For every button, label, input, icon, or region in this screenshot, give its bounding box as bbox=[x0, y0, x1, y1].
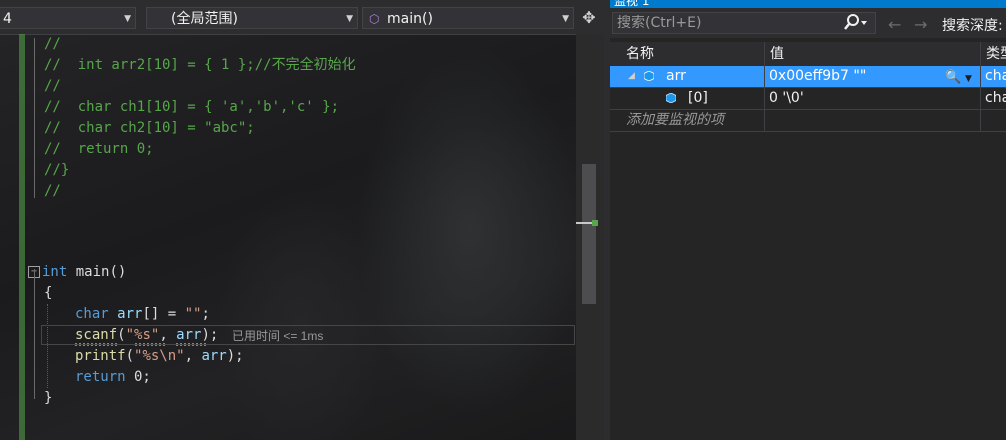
chevron-down-icon[interactable]: ▼ bbox=[965, 69, 972, 87]
code-token: ; bbox=[201, 306, 210, 322]
variable-icon bbox=[644, 71, 654, 81]
code-line: return 0; bbox=[75, 367, 151, 388]
column-header-type[interactable]: 类型 bbox=[981, 42, 1006, 66]
collapse-triangle-icon[interactable]: ◢ bbox=[628, 66, 635, 87]
region-guide bbox=[34, 269, 35, 399]
chevron-down-icon: ▼ bbox=[346, 14, 353, 24]
function-name: printf bbox=[75, 348, 126, 364]
search-placeholder: 搜索(Ctrl+E) bbox=[617, 15, 702, 31]
add-watch-placeholder[interactable]: 添加要监视的项 bbox=[610, 110, 765, 131]
member-combo[interactable]: ⬡ main() ▼ bbox=[362, 7, 574, 29]
code-area[interactable]: // // int arr2[10] = { 1 };//不完全初始化 // /… bbox=[0, 34, 570, 440]
keyword: return bbox=[75, 369, 126, 385]
watch-value-cell bbox=[765, 110, 981, 131]
string-literal: "%s\n" bbox=[134, 348, 185, 364]
keyword: int bbox=[42, 264, 68, 280]
code-line: // bbox=[44, 78, 61, 94]
column-header-value[interactable]: 值 bbox=[765, 42, 981, 66]
code-line: int main() bbox=[42, 262, 126, 283]
vertical-scrollbar[interactable] bbox=[576, 34, 604, 440]
watch-row[interactable]: [0] 0 '\0' char bbox=[610, 88, 1006, 110]
add-watch-row[interactable]: 添加要监视的项 bbox=[610, 110, 1006, 132]
watch-header: 名称 值 类型 bbox=[610, 42, 1006, 67]
search-input[interactable]: 搜索(Ctrl+E) bbox=[612, 12, 876, 34]
identifier: arr bbox=[117, 306, 143, 322]
code-line: // return 0; bbox=[44, 141, 154, 157]
watch-title-bar: 监视 1 bbox=[610, 0, 1006, 8]
chevron-down-icon: ▼ bbox=[562, 14, 569, 24]
search-button[interactable] bbox=[842, 13, 868, 33]
watch-name-cell: [0] bbox=[610, 88, 765, 109]
magnifier-icon[interactable]: 🔍 bbox=[945, 67, 961, 87]
main-signature: main() bbox=[67, 264, 127, 280]
search-icon bbox=[844, 14, 867, 30]
watch-value-cell[interactable]: 0x00eff9b7 "" 🔍 ▼ bbox=[765, 66, 981, 87]
keyword: char bbox=[75, 306, 109, 322]
identifier: arr bbox=[201, 348, 227, 364]
navigation-bar: 4 ▼ (全局范围) ▼ ⬡ main() ▼ ✥ bbox=[0, 0, 604, 35]
code-token: ); bbox=[226, 348, 244, 364]
search-depth-label: 搜索深度: bbox=[942, 18, 1003, 34]
indent-guide bbox=[47, 304, 48, 388]
column-header-name[interactable]: 名称 bbox=[610, 42, 765, 66]
project-combo-label: 4 bbox=[3, 11, 12, 27]
code-line: // bbox=[44, 36, 61, 52]
split-window-icon[interactable]: ✥ bbox=[578, 7, 600, 29]
watch-title: 监视 1 bbox=[614, 0, 650, 8]
watch-type-cell bbox=[981, 110, 1006, 131]
watch-type-cell: char bbox=[985, 90, 1006, 106]
watch-name: [0] bbox=[688, 90, 708, 106]
back-arrow-icon[interactable]: ← bbox=[888, 15, 901, 34]
code-line: //} bbox=[44, 162, 70, 178]
watch-type-cell: char bbox=[985, 68, 1006, 84]
scrollbar-thumb[interactable] bbox=[582, 164, 596, 304]
code-line: // char ch2[10] = "abc"; bbox=[44, 120, 255, 136]
code-line: { bbox=[44, 285, 53, 301]
watch-name-cell: ◢ arr bbox=[610, 66, 765, 87]
chevron-down-icon: ▼ bbox=[124, 14, 131, 24]
cube-icon: ⬡ bbox=[369, 12, 380, 26]
project-combo[interactable]: 4 ▼ bbox=[0, 7, 136, 29]
region-guide bbox=[34, 38, 35, 198]
code-line: printf("%s\n", arr); bbox=[75, 346, 244, 367]
code-token: , bbox=[184, 348, 202, 364]
code-editor-pane[interactable]: 4 ▼ (全局范围) ▼ ⬡ main() ▼ ✥ // // int arr2… bbox=[0, 0, 604, 440]
member-combo-label: main() bbox=[387, 11, 433, 27]
watch-row[interactable]: ◢ arr 0x00eff9b7 "" 🔍 ▼ char bbox=[610, 66, 1006, 88]
change-marker bbox=[592, 220, 598, 226]
scope-combo-label: (全局范围) bbox=[171, 11, 238, 27]
code-line: // bbox=[44, 183, 61, 199]
forward-arrow-icon[interactable]: → bbox=[914, 15, 927, 34]
watch-name: arr bbox=[666, 68, 686, 84]
variable-icon bbox=[666, 93, 676, 103]
code-token: 0; bbox=[125, 369, 151, 385]
code-line: } bbox=[44, 390, 53, 406]
code-line: char arr[] = ""; bbox=[75, 304, 210, 325]
watch-value-cell[interactable]: 0 '\0' bbox=[765, 88, 981, 109]
code-line: // int arr2[10] = { 1 };//不完全初始化 bbox=[44, 57, 356, 73]
string-literal: "" bbox=[184, 306, 202, 322]
watch-search-bar: 搜索(Ctrl+E) ← → 搜索深度: bbox=[610, 8, 1006, 38]
watch-window: 监视 1 搜索(Ctrl+E) ← → 搜索深度: 名称 值 类型 ◢ arr … bbox=[610, 0, 1006, 440]
watch-value: 0x00eff9b7 "" bbox=[769, 68, 867, 84]
code-token: [] = bbox=[142, 306, 185, 322]
code-token: ( bbox=[125, 348, 135, 364]
perf-tip: 已用时间 <= 1ms bbox=[232, 329, 324, 343]
code-line: // char ch1[10] = { 'a','b','c' }; bbox=[44, 99, 340, 115]
scope-combo[interactable]: (全局范围) ▼ bbox=[146, 7, 358, 29]
